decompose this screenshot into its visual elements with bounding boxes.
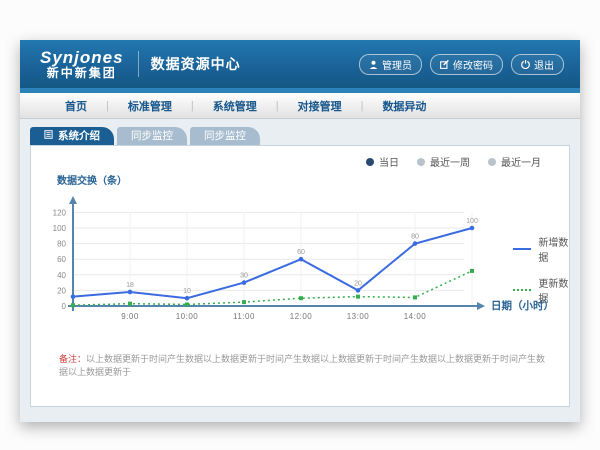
chart-legend: 新增数据 更新数据 <box>513 234 569 305</box>
svg-text:11:00: 11:00 <box>233 312 255 321</box>
footnote-text: 以上数据更新于时间产生数据以上数据更新于时间产生数据以上数据更新于时间产生数据以… <box>59 354 545 377</box>
header-buttons: 管理员 修改密码 退出 <box>359 54 564 75</box>
change-password-button[interactable]: 修改密码 <box>430 54 503 75</box>
nav-item-interface-mgmt[interactable]: 对接管理 <box>279 98 361 114</box>
radio-label: 最近一月 <box>501 154 541 169</box>
radio-unselected-icon <box>488 158 496 166</box>
nav-item-data-change[interactable]: 数据异动 <box>363 98 445 114</box>
nav-item-system-mgmt[interactable]: 系统管理 <box>194 98 276 114</box>
svg-text:13:00: 13:00 <box>347 312 370 321</box>
svg-text:0: 0 <box>62 302 67 311</box>
svg-text:40: 40 <box>57 271 66 280</box>
svg-text:80: 80 <box>57 240 66 249</box>
radio-last-month[interactable]: 最近一月 <box>488 154 541 169</box>
tab-label: 同步监控 <box>131 127 173 145</box>
svg-text:20: 20 <box>354 280 362 287</box>
app-window: Synjones 新中新集团 数据资源中心 管理员 修改密码 <box>20 40 580 422</box>
svg-text:100: 100 <box>466 218 478 225</box>
svg-text:60: 60 <box>57 255 66 264</box>
nav-item-home[interactable]: 首页 <box>46 98 106 114</box>
tab-sync-monitor-2[interactable]: 同步监控 <box>190 127 260 145</box>
svg-text:12:00: 12:00 <box>290 312 313 321</box>
time-range-filters: 当日 最近一周 最近一月 <box>366 154 541 169</box>
svg-text:80: 80 <box>411 234 419 241</box>
svg-text:18: 18 <box>126 282 134 289</box>
tab-label: 同步监控 <box>204 127 246 145</box>
radio-unselected-icon <box>417 158 425 166</box>
logout-button[interactable]: 退出 <box>511 54 564 75</box>
header-divider <box>138 51 139 77</box>
svg-text:10: 10 <box>183 288 191 295</box>
tab-sync-monitor-1[interactable]: 同步监控 <box>117 127 187 145</box>
svg-text:10:00: 10:00 <box>176 312 199 321</box>
logo-brand-text: Synjones <box>40 49 124 67</box>
svg-text:9:00: 9:00 <box>121 312 139 321</box>
edit-icon <box>440 60 449 69</box>
logo-company-name: 新中新集团 <box>40 67 124 80</box>
svg-text:20: 20 <box>57 286 66 295</box>
radio-selected-icon <box>366 158 374 166</box>
tab-label: 系统介绍 <box>58 127 100 145</box>
user-icon <box>369 60 378 69</box>
footnote: 备注：以上数据更新于时间产生数据以上数据更新于时间产生数据以上数据更新于时间产生… <box>59 352 553 378</box>
page-title: 数据资源中心 <box>151 54 241 74</box>
document-icon <box>44 127 53 145</box>
power-icon <box>521 60 530 69</box>
radio-today[interactable]: 当日 <box>366 154 399 169</box>
legend-line-solid-icon <box>513 248 531 250</box>
change-password-label: 修改密码 <box>453 57 493 72</box>
line-chart: 0 20 40 60 80 100 120 9:00 10:00 11:00 12:00 13:00 1… <box>39 188 491 340</box>
footnote-label: 备注： <box>59 354 86 364</box>
legend-item-updated-data: 更新数据 <box>513 275 569 305</box>
svg-text:100: 100 <box>53 224 67 233</box>
radio-label: 最近一周 <box>430 154 470 169</box>
svg-text:120: 120 <box>53 208 67 217</box>
tab-system-intro[interactable]: 系统介绍 <box>30 127 114 145</box>
chart-panel: 当日 最近一周 最近一月 数据交换（条） 0 20 40 60 80 100 120 9:00… <box>30 145 570 407</box>
y-axis-title: 数据交换（条） <box>57 172 127 187</box>
legend-label: 新增数据 <box>538 234 569 264</box>
admin-user-label: 管理员 <box>382 57 412 72</box>
svg-text:30: 30 <box>240 273 248 280</box>
tab-bar: 系统介绍 同步监控 同步监控 <box>20 119 580 145</box>
company-logo: Synjones 新中新集团 <box>40 49 124 79</box>
legend-item-new-data: 新增数据 <box>513 234 569 264</box>
legend-label: 更新数据 <box>538 275 569 305</box>
nav-item-standard-mgmt[interactable]: 标准管理 <box>109 98 191 114</box>
radio-last-week[interactable]: 最近一周 <box>417 154 470 169</box>
logout-label: 退出 <box>534 57 554 72</box>
radio-label: 当日 <box>379 154 399 169</box>
main-nav: 首页 | 标准管理 | 系统管理 | 对接管理 | 数据异动 <box>20 93 580 119</box>
admin-user-button[interactable]: 管理员 <box>359 54 422 75</box>
legend-line-dotted-icon <box>513 289 531 291</box>
content-area: 系统介绍 同步监控 同步监控 当日 最近一周 <box>20 119 580 423</box>
svg-text:14:00: 14:00 <box>404 312 427 321</box>
svg-text:60: 60 <box>297 249 305 256</box>
app-header: Synjones 新中新集团 数据资源中心 管理员 修改密码 <box>20 40 580 88</box>
